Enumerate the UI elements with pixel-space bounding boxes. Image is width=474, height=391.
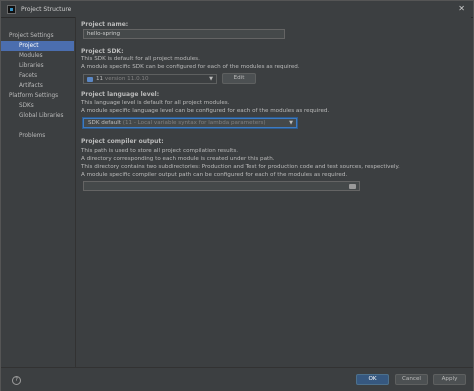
help-icon[interactable]: ? (12, 376, 21, 385)
sidebar-item-sdks[interactable]: SDKs (1, 101, 74, 111)
project-sdk-combo[interactable]: 11 version 11.0.10 ▼ (83, 74, 217, 84)
project-sdk-desc-2: A module specific SDK can be configured … (81, 64, 300, 70)
language-level-desc-2: A module specific language level can be … (81, 108, 330, 114)
ok-button[interactable]: OK (356, 374, 389, 385)
folder-icon[interactable] (349, 184, 356, 189)
sidebar-item-artifacts[interactable]: Artifacts (1, 81, 74, 91)
sidebar-section-project-settings: Project Settings (9, 33, 54, 39)
project-sdk-version: version 11.0.10 (104, 76, 149, 82)
language-level-label: Project language level: (81, 91, 160, 98)
edit-sdk-button[interactable]: Edit (222, 73, 256, 84)
sidebar: Project Settings Project Modules Librari… (1, 31, 74, 361)
sidebar-item-facets[interactable]: Facets (1, 71, 74, 81)
apply-button[interactable]: Apply (433, 374, 466, 385)
dialog-footer: ? OK Cancel Apply (1, 367, 473, 391)
compiler-output-desc-4: A module specific compiler output path c… (81, 172, 348, 178)
language-level-desc-1: This language level is default for all p… (81, 100, 230, 106)
language-level-combo[interactable]: SDK default (11 - Local variable syntax … (83, 118, 297, 128)
sidebar-item-modules[interactable]: Modules (1, 51, 74, 61)
sidebar-item-libraries[interactable]: Libraries (1, 61, 74, 71)
cancel-button[interactable]: Cancel (395, 374, 428, 385)
project-structure-dialog: Project Structure ✕ Project Settings Pro… (0, 0, 474, 391)
sidebar-item-global-libraries[interactable]: Global Libraries (1, 111, 74, 121)
language-level-value: SDK default (88, 120, 121, 126)
compiler-output-desc-2: A directory corresponding to each module… (81, 156, 275, 162)
sidebar-item-problems[interactable]: Problems (1, 131, 74, 141)
jdk-folder-icon (87, 77, 93, 82)
compiler-output-label: Project compiler output: (81, 138, 164, 145)
sidebar-item-project[interactable]: Project (1, 41, 74, 51)
close-icon[interactable]: ✕ (458, 4, 465, 13)
compiler-output-desc-3: This directory contains two subdirectori… (81, 164, 400, 170)
chevron-down-icon: ▼ (289, 120, 293, 126)
language-level-detail: (11 - Local variable syntax for lambda p… (122, 120, 266, 126)
project-sdk-desc-1: This SDK is default for all project modu… (81, 56, 200, 62)
compiler-output-desc-1: This path is used to store all project c… (81, 148, 239, 154)
title-bar: Project Structure ✕ (1, 1, 473, 18)
chevron-down-icon: ▼ (209, 76, 213, 82)
intellij-app-icon (7, 4, 16, 14)
project-sdk-label: Project SDK: (81, 48, 124, 55)
project-sdk-value: 11 (96, 76, 104, 82)
project-name-label: Project name: (81, 21, 129, 28)
window-title: Project Structure (21, 5, 72, 13)
project-settings-panel: Project name: hello-spring Project SDK: … (75, 17, 471, 367)
sidebar-section-platform-settings: Platform Settings (9, 93, 59, 99)
project-name-input[interactable]: hello-spring (83, 29, 285, 39)
compiler-output-input[interactable] (83, 181, 360, 191)
